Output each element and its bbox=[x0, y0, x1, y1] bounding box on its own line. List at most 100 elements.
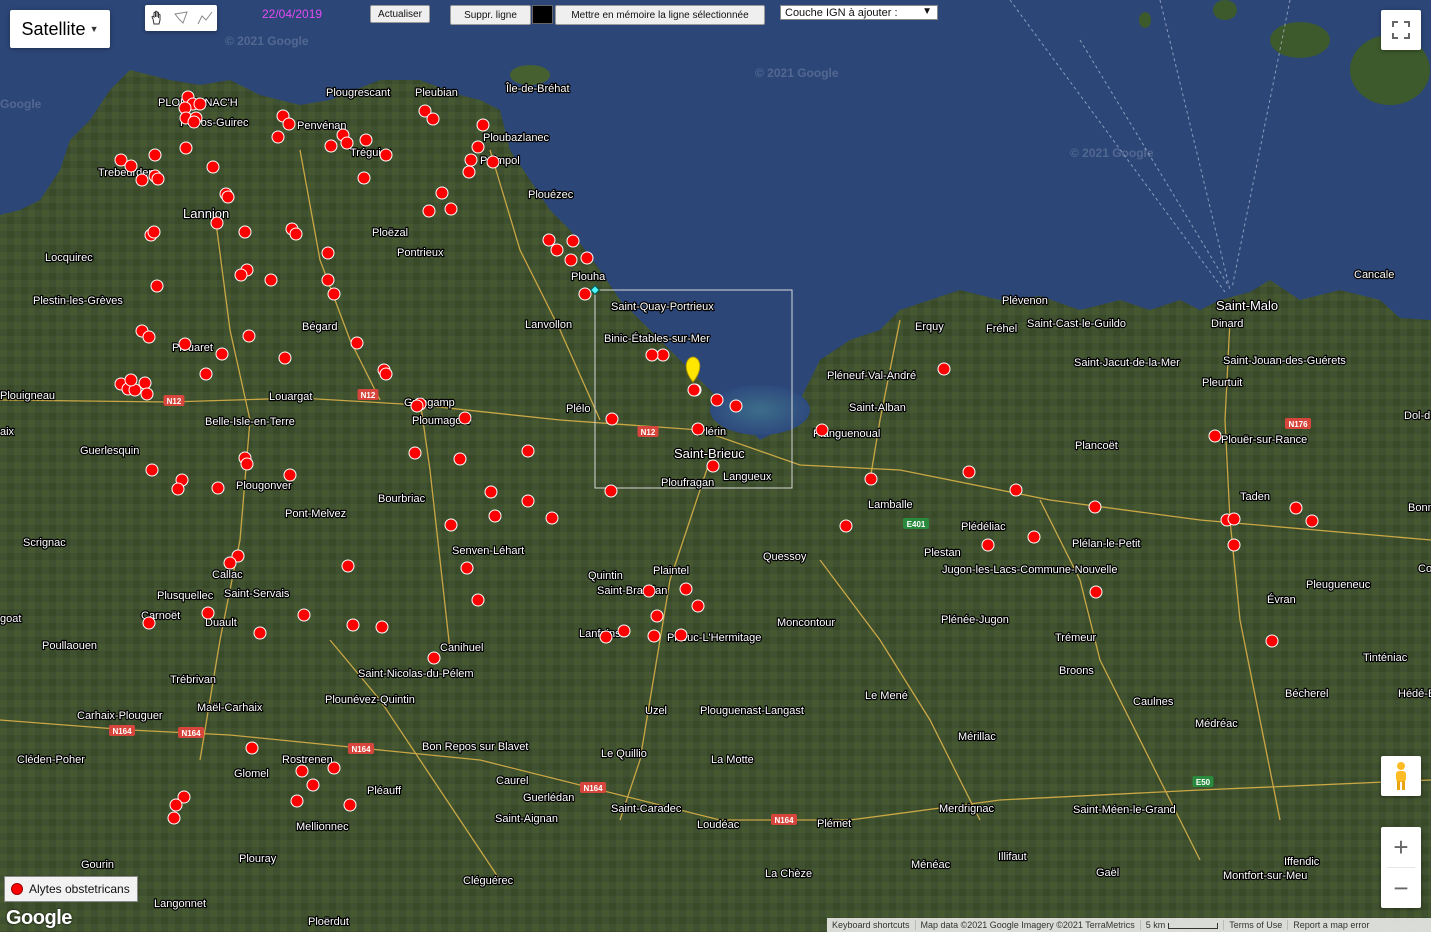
observation-marker[interactable] bbox=[142, 616, 156, 630]
observation-marker[interactable] bbox=[599, 630, 613, 644]
observation-marker[interactable] bbox=[521, 444, 535, 458]
refresh-button[interactable]: Actualiser bbox=[370, 5, 430, 23]
line-color-swatch[interactable] bbox=[532, 5, 553, 24]
observation-marker[interactable] bbox=[150, 279, 164, 293]
observation-marker[interactable] bbox=[193, 97, 207, 111]
observation-marker[interactable] bbox=[138, 376, 152, 390]
observation-marker[interactable] bbox=[124, 159, 138, 173]
observation-marker[interactable] bbox=[151, 172, 165, 186]
observation-marker[interactable] bbox=[178, 337, 192, 351]
observation-marker[interactable] bbox=[1265, 634, 1279, 648]
observation-marker[interactable] bbox=[211, 481, 225, 495]
observation-marker[interactable] bbox=[375, 620, 389, 634]
observation-marker[interactable] bbox=[327, 287, 341, 301]
observation-marker[interactable] bbox=[444, 202, 458, 216]
observation-marker[interactable] bbox=[521, 494, 535, 508]
observation-marker[interactable] bbox=[839, 519, 853, 533]
observation-marker[interactable] bbox=[221, 190, 235, 204]
observation-marker[interactable] bbox=[427, 651, 441, 665]
ign-layer-select[interactable]: Couche IGN à ajouter : ▼ bbox=[780, 5, 938, 20]
observation-marker[interactable] bbox=[642, 584, 656, 598]
observation-marker[interactable] bbox=[215, 347, 229, 361]
observation-marker[interactable] bbox=[346, 618, 360, 632]
observation-marker[interactable] bbox=[278, 351, 292, 365]
observation-marker[interactable] bbox=[864, 472, 878, 486]
observation-marker[interactable] bbox=[124, 373, 138, 387]
observation-marker[interactable] bbox=[343, 798, 357, 812]
observation-marker[interactable] bbox=[297, 608, 311, 622]
observation-marker[interactable] bbox=[605, 412, 619, 426]
observation-marker[interactable] bbox=[444, 518, 458, 532]
observation-marker[interactable] bbox=[422, 204, 436, 218]
observation-marker[interactable] bbox=[234, 268, 248, 282]
observation-marker[interactable] bbox=[242, 329, 256, 343]
observation-marker[interactable] bbox=[253, 626, 267, 640]
observation-marker[interactable] bbox=[321, 273, 335, 287]
observation-marker[interactable] bbox=[167, 811, 181, 825]
observation-marker[interactable] bbox=[321, 246, 335, 260]
observation-marker[interactable] bbox=[1227, 538, 1241, 552]
observation-marker[interactable] bbox=[340, 136, 354, 150]
observation-marker[interactable] bbox=[408, 446, 422, 460]
observation-marker[interactable] bbox=[264, 273, 278, 287]
observation-marker[interactable] bbox=[357, 171, 371, 185]
observation-marker[interactable] bbox=[201, 606, 215, 620]
zoom-out-button[interactable]: − bbox=[1381, 868, 1421, 908]
observation-marker[interactable] bbox=[462, 165, 476, 179]
observation-marker[interactable] bbox=[484, 485, 498, 499]
observation-marker[interactable] bbox=[1088, 500, 1102, 514]
observation-marker[interactable] bbox=[140, 387, 154, 401]
observation-marker[interactable] bbox=[1227, 512, 1241, 526]
observation-marker[interactable] bbox=[283, 468, 297, 482]
observation-marker[interactable] bbox=[240, 457, 254, 471]
hand-pan-icon[interactable] bbox=[148, 9, 166, 27]
draw-polygon-icon[interactable] bbox=[172, 9, 190, 27]
observation-marker[interactable] bbox=[815, 423, 829, 437]
observation-marker[interactable] bbox=[578, 287, 592, 301]
observation-marker[interactable] bbox=[1027, 530, 1041, 544]
observation-marker[interactable] bbox=[271, 130, 285, 144]
zoom-in-button[interactable]: + bbox=[1381, 827, 1421, 867]
remember-line-button[interactable]: Mettre en mémoire la ligne sélectionnée bbox=[555, 5, 765, 25]
observation-marker[interactable] bbox=[981, 538, 995, 552]
observation-marker[interactable] bbox=[687, 383, 701, 397]
observation-marker[interactable] bbox=[327, 761, 341, 775]
observation-marker[interactable] bbox=[679, 582, 693, 596]
observation-marker[interactable] bbox=[169, 798, 183, 812]
observation-marker[interactable] bbox=[295, 764, 309, 778]
map-data-attribution[interactable]: Map data ©2021 Google Imagery ©2021 Terr… bbox=[914, 920, 1140, 930]
observation-marker[interactable] bbox=[350, 336, 364, 350]
scale-bar[interactable]: 5 km bbox=[1139, 920, 1224, 930]
observation-marker[interactable] bbox=[604, 484, 618, 498]
report-error-link[interactable]: Report a map error bbox=[1287, 920, 1374, 930]
observation-marker[interactable] bbox=[645, 348, 659, 362]
fullscreen-button[interactable] bbox=[1381, 10, 1421, 50]
observation-marker[interactable] bbox=[471, 593, 485, 607]
observation-marker[interactable] bbox=[135, 173, 149, 187]
observation-marker[interactable] bbox=[647, 629, 661, 643]
observation-marker[interactable] bbox=[674, 628, 688, 642]
observation-marker[interactable] bbox=[148, 148, 162, 162]
observation-marker[interactable] bbox=[1208, 429, 1222, 443]
observation-marker[interactable] bbox=[341, 559, 355, 573]
observation-marker[interactable] bbox=[691, 599, 705, 613]
observation-marker[interactable] bbox=[962, 465, 976, 479]
observation-marker[interactable] bbox=[566, 234, 580, 248]
observation-marker[interactable] bbox=[199, 367, 213, 381]
delete-line-button[interactable]: Suppr. ligne bbox=[450, 5, 531, 25]
observation-marker[interactable] bbox=[359, 133, 373, 147]
observation-marker[interactable] bbox=[464, 153, 478, 167]
observation-marker[interactable] bbox=[147, 225, 161, 239]
observation-marker[interactable] bbox=[324, 139, 338, 153]
observation-marker[interactable] bbox=[289, 227, 303, 241]
observation-marker[interactable] bbox=[379, 367, 393, 381]
observation-marker[interactable] bbox=[1089, 585, 1103, 599]
observation-marker[interactable] bbox=[1305, 514, 1319, 528]
observation-marker[interactable] bbox=[145, 463, 159, 477]
observation-marker[interactable] bbox=[937, 362, 951, 376]
observation-marker[interactable] bbox=[245, 741, 259, 755]
observation-marker[interactable] bbox=[691, 422, 705, 436]
observation-marker[interactable] bbox=[542, 233, 556, 247]
observation-marker[interactable] bbox=[282, 117, 296, 131]
observation-marker[interactable] bbox=[460, 561, 474, 575]
